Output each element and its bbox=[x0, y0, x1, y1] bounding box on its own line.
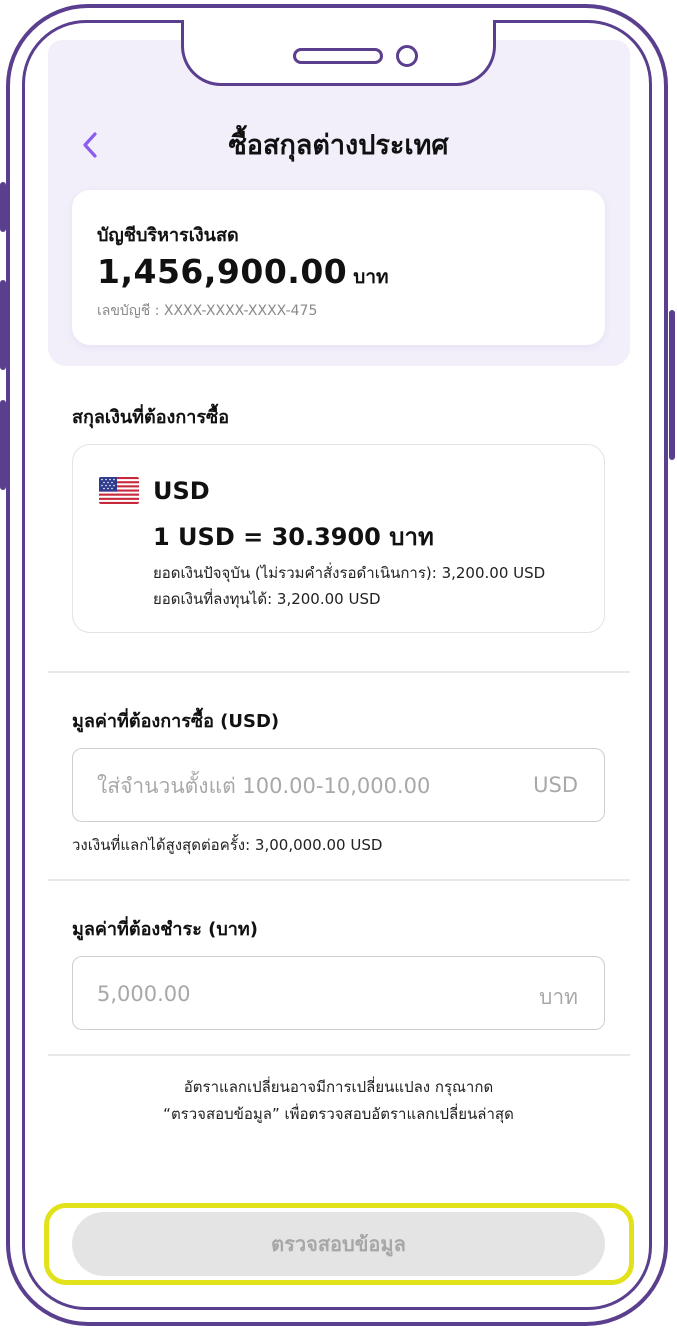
pay-amount-input[interactable] bbox=[95, 957, 499, 1031]
buy-amount-label: มูลค่าที่ต้องการซื้อ (USD) bbox=[72, 711, 280, 732]
currency-section-label: สกุลเงินที่ต้องการซื้อ bbox=[72, 407, 230, 428]
rate-notice-line: “ตรวจสอบข้อมูล” เพื่อตรวจสอบอัตราแลกเปลี… bbox=[163, 1105, 514, 1123]
verify-button[interactable]: ตรวจสอบข้อมูล bbox=[72, 1212, 605, 1276]
buy-amount-input[interactable] bbox=[95, 749, 499, 823]
exchange-rate: 1 USD = 30.3900 บาท bbox=[153, 523, 434, 551]
balance-amount: 1,456,900.00 bbox=[97, 252, 348, 291]
divider bbox=[48, 1054, 630, 1056]
buy-amount-suffix: USD bbox=[533, 773, 578, 797]
investable-balance: ยอดเงินที่ลงทุนได้: 3,200.00 USD bbox=[153, 590, 381, 608]
account-card: บัญชีบริหารเงินสด 1,456,900.00 บาท เลขบัญ… bbox=[72, 190, 605, 345]
side-button bbox=[0, 182, 6, 232]
speaker bbox=[293, 48, 383, 64]
divider bbox=[48, 879, 630, 881]
account-label: บัญชีบริหารเงินสด bbox=[97, 225, 239, 246]
buy-amount-field[interactable]: USD bbox=[72, 748, 605, 823]
camera bbox=[396, 45, 418, 67]
rate-notice: อัตราแลกเปลี่ยนอาจมีการเปลี่ยนแปลง กรุณา… bbox=[0, 1074, 677, 1128]
us-flag-icon bbox=[99, 477, 139, 504]
currency-card[interactable]: USD 1 USD = 30.3900 บาท ยอดเงินปัจจุบัน … bbox=[72, 444, 605, 633]
current-balance: ยอดเงินปัจจุบัน (ไม่รวมคำสั่งรอดำเนินการ… bbox=[153, 564, 546, 582]
currency-code: USD bbox=[153, 477, 210, 505]
page-title: ซื้อสกุลต่างประเทศ bbox=[228, 130, 449, 161]
pay-amount-suffix: บาท bbox=[539, 985, 578, 1009]
side-button bbox=[0, 400, 6, 490]
balance-row: 1,456,900.00 บาท bbox=[97, 252, 389, 292]
pay-amount-field[interactable]: บาท bbox=[72, 956, 605, 1031]
balance-unit: บาท bbox=[353, 266, 389, 288]
pay-amount-label: มูลค่าที่ต้องชำระ (บาท) bbox=[72, 919, 258, 940]
buy-limit-helper: วงเงินที่แลกได้สูงสุดต่อครั้ง: 3,00,000.… bbox=[72, 836, 383, 854]
rate-notice-line: อัตราแลกเปลี่ยนอาจมีการเปลี่ยนแปลง กรุณา… bbox=[183, 1078, 494, 1096]
side-button bbox=[0, 280, 6, 370]
side-button bbox=[669, 310, 675, 460]
divider bbox=[48, 671, 630, 673]
account-number: เลขบัญชี : XXXX-XXXX-XXXX-475 bbox=[97, 303, 318, 319]
